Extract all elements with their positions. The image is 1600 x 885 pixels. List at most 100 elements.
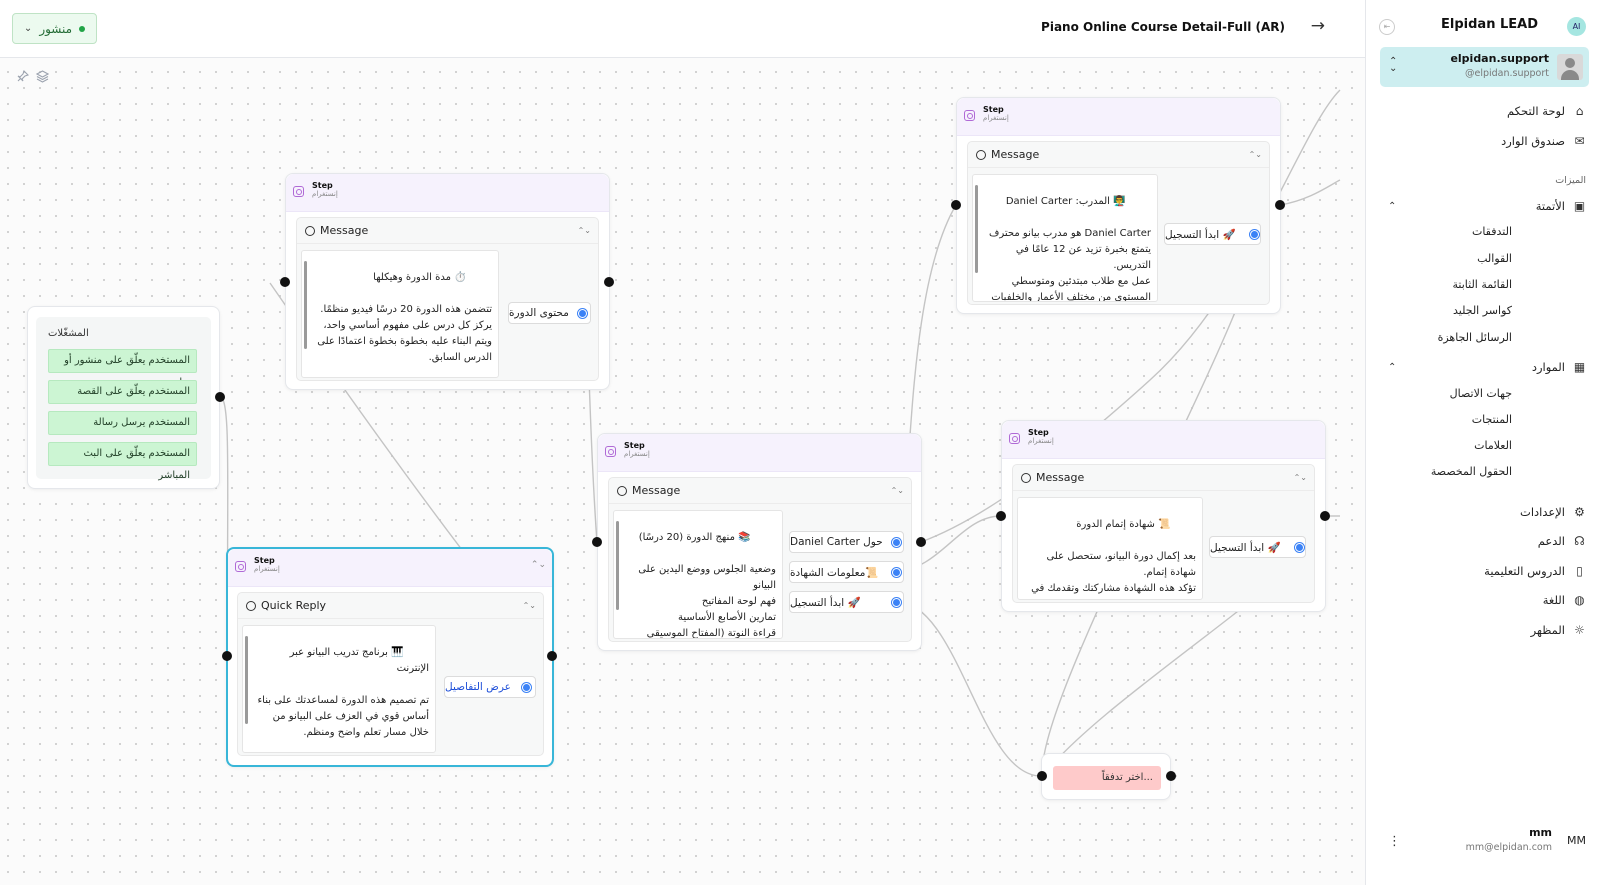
arrow-right-icon[interactable]: → (1311, 16, 1325, 36)
button-handle[interactable] (1295, 543, 1304, 552)
sidebar-item-products[interactable]: المنتجات (1472, 413, 1512, 426)
choose-flow-node[interactable]: ...اختر تدفقاً (1041, 753, 1171, 800)
nav-label: الدروس التعليمية (1484, 564, 1565, 578)
status-dropdown[interactable]: ⌄ منشور (12, 13, 97, 44)
trigger-item[interactable]: المستخدم يعلّق على البث المباشر (48, 442, 197, 481)
message-text[interactable]: ⏱️ مدة الدورة وهيكلها تتضمن هذه الدورة 2… (301, 250, 499, 378)
trigger-item[interactable]: المستخدم يرسل رسالة (48, 411, 197, 435)
scrollbar[interactable] (304, 261, 307, 350)
output-handle[interactable] (916, 537, 926, 547)
chevron-up-icon[interactable]: ⌃ (1388, 362, 1396, 373)
sidebar-item-tags[interactable]: العلامات (1474, 439, 1512, 452)
step-node-intro[interactable]: Step إنستغرام ⌃⌄ Quick Reply ⌃⌄ 🎹 برنامج… (226, 547, 554, 767)
input-handle[interactable] (996, 511, 1006, 521)
chevron-up-icon[interactable]: ⌃ (1388, 201, 1396, 212)
chevron-updown-icon[interactable]: ⌃⌄ (531, 560, 546, 570)
step-platform: إنستغرام (983, 114, 1009, 122)
scrollbar[interactable] (616, 521, 619, 610)
scrollbar[interactable] (245, 636, 248, 725)
section-label-features: الميزات (1555, 175, 1586, 186)
message-card[interactable]: Message ⌃⌄ ⏱️ مدة الدورة وهيكلها تتضمن ه… (296, 217, 599, 381)
nav-appearance[interactable]: ☼ المظهر (1531, 623, 1586, 637)
nav-label: صندوق الوارد (1501, 134, 1565, 148)
card-type: Quick Reply (261, 599, 327, 612)
step-node-curriculum[interactable]: Step إنستغرام Message ⌃⌄ 📚 منهج الدورة (… (597, 433, 922, 651)
output-handle[interactable] (1275, 200, 1285, 210)
button-label: 📜معلومات الشهادة (790, 566, 879, 579)
input-handle[interactable] (592, 537, 602, 547)
choose-flow-select[interactable]: ...اختر تدفقاً (1053, 766, 1161, 790)
trigger-item[interactable]: المستخدم يعلّق على القصة (48, 380, 197, 404)
sidebar-item-templates[interactable]: القوالب (1477, 252, 1512, 265)
user-initials-avatar[interactable]: MM (1567, 834, 1586, 847)
input-handle[interactable] (280, 277, 290, 287)
button-handle[interactable] (892, 538, 901, 547)
output-handle[interactable] (604, 277, 614, 287)
nav-support[interactable]: ☊ الدعم (1538, 534, 1586, 548)
sidebar-item-ice-breakers[interactable]: كواسر الجليد (1453, 304, 1512, 317)
chevron-updown-icon[interactable]: ⌃⌄ (523, 601, 536, 610)
message-card-header: Message ⌃⌄ (609, 478, 911, 504)
step-node-certificate[interactable]: Step إنستغرام Message ⌃⌄ 📜 شهادة إتمام ا… (1001, 420, 1326, 612)
nav-dashboard[interactable]: ⌂ لوحة التحكم (1507, 104, 1586, 118)
sidebar-item-contacts[interactable]: جهات الاتصال (1450, 387, 1512, 400)
flow-canvas[interactable]: ⌄ منشور Piano Online Course Detail-Full … (0, 0, 1365, 885)
sidebar-item-persistent-menu[interactable]: القائمة الثابتة (1453, 278, 1513, 291)
trigger-item[interactable]: المستخدم يعلّق على منشور أو ريل (48, 349, 197, 388)
gear-icon: ⚙ (1574, 505, 1585, 519)
quick-reply-icon (246, 600, 256, 611)
output-handle[interactable] (1166, 771, 1176, 781)
button-handle[interactable] (892, 598, 901, 607)
button-start-registration[interactable]: 🚀 ابدأ التسجيل (789, 591, 904, 613)
sidebar-item-flows[interactable]: التدفقات (1472, 225, 1512, 238)
button-handle[interactable] (1250, 230, 1259, 239)
account-switcher[interactable]: ⌃ ⌄ elpidan.support @elpidan.support (1380, 47, 1589, 87)
more-vertical-icon[interactable]: ⋮ (1388, 834, 1401, 849)
message-text[interactable]: 📜 شهادة إتمام الدورة بعد إكمال دورة البي… (1017, 497, 1203, 600)
nav-label: الموارد (1531, 360, 1565, 374)
sidebar-item-custom-fields[interactable]: الحقول المخصصة (1431, 465, 1512, 478)
button-certificate-info[interactable]: 📜معلومات الشهادة (789, 561, 904, 583)
button-about-trainer[interactable]: حول Daniel Carter (789, 531, 904, 553)
user-name: mm (1529, 826, 1552, 839)
message-text[interactable]: 🎹 برنامج تدريب البيانو عبر الإنترنت تم ت… (242, 625, 436, 753)
button-handle[interactable] (578, 309, 587, 318)
button-start-registration[interactable]: 🚀 ابدأ التسجيل (1209, 536, 1306, 558)
step-node-trainer[interactable]: Step إنستغرام Message ⌃⌄ 👨‍🏫 المدرب: Dan… (956, 97, 1281, 314)
nav-inbox[interactable]: ✉ صندوق الوارد (1501, 134, 1586, 148)
grid-icon: ▦ (1573, 360, 1586, 374)
chevron-updown-icon[interactable]: ⌃⌄ (1249, 150, 1262, 159)
message-text[interactable]: 📚 منهج الدورة (20 درسًا) وضعية الجلوس وو… (613, 510, 783, 639)
sidebar-item-canned-messages[interactable]: الرسائل الجاهزة (1438, 331, 1512, 344)
button-handle[interactable] (892, 568, 901, 577)
nav-language[interactable]: ◍ اللغة (1543, 593, 1586, 607)
message-card[interactable]: Message ⌃⌄ 📜 شهادة إتمام الدورة بعد إكما… (1012, 464, 1315, 603)
nav-tutorials[interactable]: ▯ الدروس التعليمية (1484, 564, 1586, 578)
nav-resources[interactable]: ▦ الموارد (1532, 360, 1586, 374)
input-handle[interactable] (222, 651, 232, 661)
input-handle[interactable] (951, 200, 961, 210)
message-card-header: Message ⌃⌄ (1013, 465, 1314, 491)
quick-reply-card[interactable]: Quick Reply ⌃⌄ 🎹 برنامج تدريب البيانو عب… (237, 592, 544, 756)
scrollbar[interactable] (975, 185, 978, 274)
output-handle[interactable] (547, 651, 557, 661)
chevron-updown-icon[interactable]: ⌃⌄ (578, 226, 591, 235)
button-start-registration[interactable]: 🚀 ابدأ التسجيل (1164, 223, 1261, 245)
step-title: Step (1028, 428, 1049, 437)
message-bubble-icon (305, 225, 315, 236)
button-handle[interactable] (522, 683, 531, 692)
output-handle[interactable] (1320, 511, 1330, 521)
chevron-updown-icon[interactable]: ⌃⌄ (891, 486, 904, 495)
step-node-duration[interactable]: Step إنستغرام Message ⌃⌄ ⏱️ مدة الدورة و… (285, 173, 610, 390)
output-handle[interactable] (215, 392, 225, 402)
input-handle[interactable] (1037, 771, 1047, 781)
nav-settings[interactable]: ⚙ الإعدادات (1520, 505, 1586, 519)
step-title: Step (312, 181, 333, 190)
message-card[interactable]: Message ⌃⌄ 👨‍🏫 المدرب: Daniel Carter Dan… (967, 141, 1270, 305)
triggers-node[interactable]: المشغّلات المستخدم يعلّق على منشور أو ري… (27, 306, 220, 489)
message-card[interactable]: Message ⌃⌄ 📚 منهج الدورة (20 درسًا) وضعي… (608, 477, 912, 642)
chevron-updown-icon[interactable]: ⌃⌄ (1294, 473, 1307, 482)
collapse-sidebar-icon[interactable]: ⇤ (1379, 19, 1395, 35)
nav-automation[interactable]: ▣ الأتمتة (1536, 199, 1586, 213)
message-text[interactable]: 👨‍🏫 المدرب: Daniel Carter Daniel Carter … (972, 174, 1158, 302)
